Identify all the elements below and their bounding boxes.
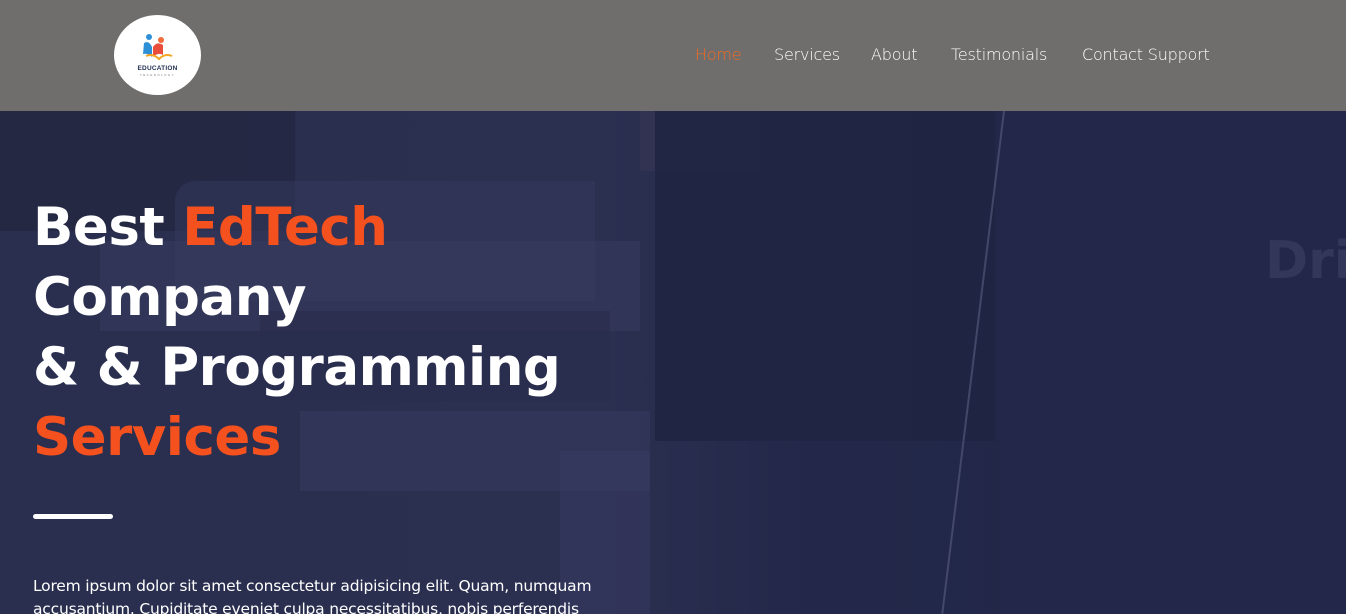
hero-headline-line-2: Company — [33, 267, 307, 328]
hero-paragraph: Lorem ipsum dolor sit amet consectetur a… — [33, 576, 592, 614]
page: EDUCATION TECHNOLOGY Home Services About… — [0, 0, 1346, 614]
logo[interactable]: EDUCATION TECHNOLOGY — [114, 15, 201, 95]
hero-headline-line-1: Best EdTech — [33, 193, 388, 263]
nav-testimonials[interactable]: Testimonials — [951, 44, 1047, 66]
headline-word: Best — [33, 197, 165, 258]
hero-section: Dri Best EdTech Company & & Programming … — [0, 111, 1346, 614]
education-logo-icon — [143, 34, 173, 61]
hero-headline-line-4: Services — [33, 407, 281, 468]
headline-highlight: EdTech — [182, 197, 388, 258]
hero-headline-line-3: & & Programming — [33, 337, 561, 398]
nav-about[interactable]: About — [871, 44, 918, 66]
nav-services[interactable]: Services — [774, 44, 840, 66]
logo-subtext: TECHNOLOGY — [139, 73, 175, 77]
nav-home[interactable]: Home — [695, 44, 742, 66]
logo-text: EDUCATION — [137, 65, 178, 72]
site-header: EDUCATION TECHNOLOGY Home Services About… — [0, 0, 1346, 111]
hero-divider — [33, 514, 113, 519]
hero-background-text: Dri — [1265, 231, 1346, 291]
nav-contact-support[interactable]: Contact Support — [1082, 44, 1210, 66]
hero-background-shape — [1000, 111, 1346, 614]
hero-background-shape — [655, 111, 995, 441]
